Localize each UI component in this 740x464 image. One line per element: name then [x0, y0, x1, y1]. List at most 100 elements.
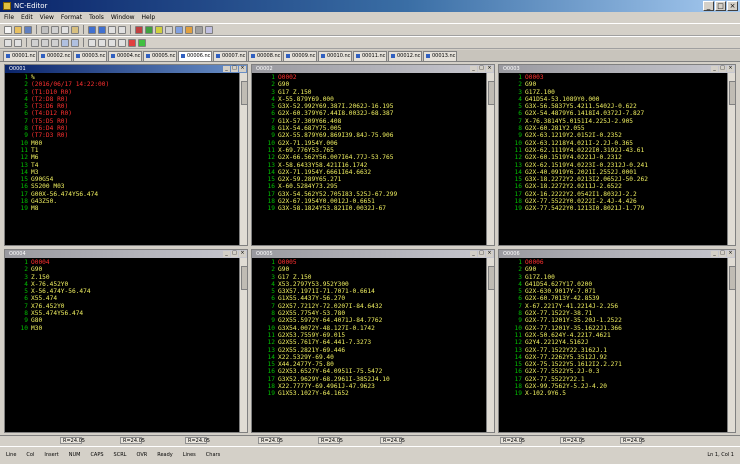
code-line[interactable]: 17 G3X-54.562Y52.705I83.525J-67.299	[254, 191, 484, 198]
editor-pane-bottom-right[interactable]: O0006 _ □ × 1 O0006 2 G90 3 G17Z.100 4 G41D54.627Y1…	[498, 249, 736, 433]
code-line[interactable]: 7 (T5:D5 R0)	[7, 118, 237, 125]
code-line[interactable]: 4 X-55.879Y69.000	[254, 96, 484, 103]
tab-document[interactable]: 00001.nc	[3, 51, 37, 61]
code-line[interactable]: 11 G2X-50.624Y-4.2217.4621	[501, 332, 725, 339]
code-line[interactable]: 8 G2X55.7754Y-53.780	[254, 310, 484, 317]
code-line[interactable]: 4 (T2:D8 R0)	[7, 96, 237, 103]
code-line[interactable]: 18 G43Z50.	[7, 198, 237, 205]
code-line[interactable]: 15 G90G54	[7, 176, 237, 183]
code-line[interactable]: 3 G17 Z.150	[254, 89, 484, 96]
minimize-icon[interactable]: _	[703, 1, 714, 11]
pane-close-icon[interactable]: ×	[239, 251, 246, 257]
code-line[interactable]: 3 G17Z.100	[501, 274, 725, 281]
cut-icon[interactable]	[51, 25, 59, 34]
code-line[interactable]: 10 M00	[7, 140, 237, 147]
code-editor[interactable]: 1 O0002 2 G90 3 G17 Z.150 4 X-55.879Y69.000 5 G3X…	[252, 73, 486, 245]
code-line[interactable]: 8 G2X-60.281Y2.055	[501, 125, 725, 132]
pane-close-icon[interactable]: ×	[486, 251, 493, 257]
code-line[interactable]: 8 (T6:D4 R0)	[7, 125, 237, 132]
replace-icon[interactable]	[118, 25, 126, 34]
code-line[interactable]: 10 M30	[7, 325, 237, 332]
code-line[interactable]: 14 G2X-71.1954Y.6661I64.6632	[254, 169, 484, 176]
horizontal-scrollbar[interactable]: R=24.05 R=24.05 R=24.05 R=24.05 R=24.05 …	[0, 435, 740, 445]
copy-icon[interactable]	[61, 25, 69, 34]
code-line[interactable]: 1 O0006	[501, 259, 725, 266]
tab-document[interactable]: 00010.nc	[318, 51, 352, 61]
code-line[interactable]: 3 Z.150	[7, 274, 237, 281]
code-line[interactable]: 7 X76.452Y0	[7, 303, 237, 310]
code-line[interactable]: 12 G2X-66.562Y56.007I64.77J-53.765	[254, 154, 484, 161]
code-line[interactable]: 14 M3	[7, 169, 237, 176]
code-line[interactable]: 4 X-76.452Y0	[7, 281, 237, 288]
code-line[interactable]: 5 G2X-630.9017Y-7.071	[501, 288, 725, 295]
code-line[interactable]: 8 G1X-54.687Y75.005	[254, 125, 484, 132]
menu-format[interactable]: Format	[61, 12, 82, 23]
pane-maximize-icon[interactable]: □	[231, 251, 238, 257]
code-line[interactable]: 14 G2X-40.0919Y6.2021I.2552J.0001	[501, 169, 725, 176]
renumber-icon[interactable]	[185, 25, 193, 34]
code-line[interactable]: 11 X-69.776Y53.765	[254, 147, 484, 154]
code-line[interactable]: 6 G2X-54.4879Y6.1418I4.0372J-7.827	[501, 110, 725, 117]
code-line[interactable]: 15 X44.2477Y-75.80	[254, 361, 484, 368]
code-line[interactable]: 14 X22.5329Y-69.40	[254, 354, 484, 361]
code-line[interactable]: 13 G2X55.2821Y-69.446	[254, 347, 484, 354]
stop-icon[interactable]	[128, 38, 136, 47]
code-line[interactable]: 9 G80	[7, 317, 237, 324]
code-line[interactable]: 2 G90	[501, 266, 725, 273]
simulate-icon[interactable]	[145, 25, 153, 34]
redo-icon[interactable]	[98, 25, 106, 34]
menu-tools[interactable]: Tools	[89, 12, 104, 23]
tab-document[interactable]: 00003.nc	[73, 51, 107, 61]
tab-document[interactable]: 00013.nc	[423, 51, 457, 61]
code-line[interactable]: 12 G2Y4.2212Y4.5162J	[501, 339, 725, 346]
scroll-segment[interactable]: R=24.05	[258, 437, 283, 444]
menu-view[interactable]: View	[40, 12, 54, 23]
code-line[interactable]: 7 G1X-57.309Y66.408	[254, 118, 484, 125]
scroll-segment[interactable]: R=24.05	[318, 437, 343, 444]
tab-document[interactable]: 00007.nc	[213, 51, 247, 61]
code-line[interactable]: 12 M6	[7, 154, 237, 161]
code-line[interactable]: 1 O0004	[7, 259, 237, 266]
undo-icon[interactable]	[88, 25, 96, 34]
code-line[interactable]: 8 G2X-77.1522Y-38.71	[501, 310, 725, 317]
tab-document[interactable]: 00012.nc	[388, 51, 422, 61]
pane-maximize-icon[interactable]: □	[478, 251, 485, 257]
code-line[interactable]: 2 G90	[254, 81, 484, 88]
code-line[interactable]: 15 G2X-75.1522Y5.1612I2.2.271	[501, 361, 725, 368]
cascade-icon[interactable]	[31, 38, 39, 47]
paste-icon[interactable]	[71, 25, 79, 34]
code-line[interactable]: 13 G2X-62.1519Y4.0223I-0.2312J-0.241	[501, 162, 725, 169]
pane-close-icon[interactable]: ×	[727, 251, 734, 257]
block-icon[interactable]	[61, 38, 69, 47]
editor-pane-bottom-middle[interactable]: O0005 _ □ × 1 O0005 2 G90 3 G17 Z.150 4 X53.2797Y53…	[251, 249, 495, 433]
maximize-icon[interactable]: □	[715, 1, 726, 11]
code-line[interactable]: 1%	[7, 74, 237, 81]
vertical-scrollbar[interactable]	[239, 258, 248, 432]
code-line[interactable]: 18 G2X-67.1954Y0.0012J-0.6651	[254, 198, 484, 205]
code-line[interactable]: 3 (T1:D10 R0)	[7, 89, 237, 96]
code-line[interactable]: 1 O0003	[501, 74, 725, 81]
open-folder-icon[interactable]	[14, 25, 22, 34]
code-line[interactable]: 11 G2X-62.1119Y4.0222I0.3192J-43.61	[501, 147, 725, 154]
pane-maximize-icon[interactable]: □	[478, 66, 485, 72]
tab-document[interactable]: 00009.nc	[283, 51, 317, 61]
indent-icon[interactable]	[4, 38, 12, 47]
code-line[interactable]: 7 G2X57.7212Y-72.0207I-84.6432	[254, 303, 484, 310]
code-line[interactable]: 11 T1	[7, 147, 237, 154]
pane-minimize-icon[interactable]: _	[223, 251, 230, 257]
code-line[interactable]: 7 X-67.2217Y-41.2214J-2.256	[501, 303, 725, 310]
save-icon[interactable]	[24, 25, 32, 34]
code-line[interactable]: 2 (2016/06/17 14:22:00)	[7, 81, 237, 88]
code-line[interactable]: 16 S5200 M03	[7, 183, 237, 190]
tile-vertical-icon[interactable]	[51, 38, 59, 47]
code-line[interactable]: 16 G2X-77.5522Y5.2J-0.3	[501, 368, 725, 375]
code-line[interactable]: 9 G2X-77.1201Y-35.20J-1.2522	[501, 317, 725, 324]
code-line[interactable]: 16 X-60.5284Y73.295	[254, 183, 484, 190]
code-line[interactable]: 6 G2X-60.7013Y-42.8539	[501, 295, 725, 302]
code-line[interactable]: 2 G90	[7, 266, 237, 273]
code-line[interactable]: 4 G41D54-53.1089Y0.000	[501, 96, 725, 103]
code-line[interactable]: 7 X-76.3814Y5.0151I4.225J-2.905	[501, 118, 725, 125]
code-line[interactable]: 17 G2X-77.5522Y22.1	[501, 376, 725, 383]
menu-file[interactable]: File	[4, 12, 14, 23]
code-line[interactable]: 19 G3X-58.1824Y53.821I0.0032J-67	[254, 205, 484, 212]
